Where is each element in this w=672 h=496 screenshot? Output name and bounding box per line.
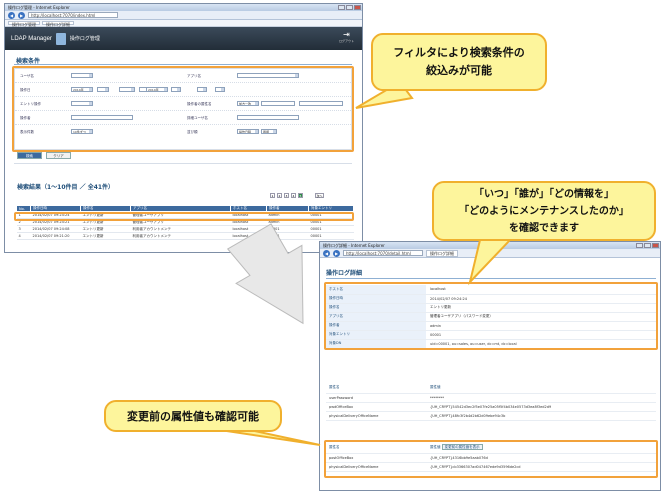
window-title: 操作ログ詳細 - Internet Explorer (323, 242, 385, 248)
close-icon[interactable] (354, 5, 361, 10)
cell: localhost (230, 225, 267, 233)
cell: 利用者アカウントメンテ (130, 225, 231, 233)
divider (326, 278, 656, 279)
forward-icon[interactable]: ▶ (18, 11, 25, 19)
browser-tab-2[interactable]: 操作ログ詳細 (42, 21, 74, 27)
back-icon[interactable]: ◀ (323, 249, 330, 257)
table-row: userPassword ******** (326, 393, 656, 403)
cell: 2014/02/07 09:24:08 (30, 225, 81, 233)
attr-key: physicalDeliveryOfficeName (326, 411, 426, 421)
clear-button[interactable]: クリア (46, 152, 71, 159)
table-row: pwdOfficeBox {UH_CRYPT}54542d3ec2f5e07fe2… (326, 402, 656, 412)
page-1[interactable]: 1 (270, 193, 275, 198)
window-titlebar: 操作ログ詳細 - Internet Explorer (320, 242, 660, 249)
page-4[interactable]: 4 (291, 193, 296, 198)
window-title: 操作ログ管理 - Internet Explorer (8, 4, 70, 10)
detail-title: 操作ログ詳細 (326, 270, 363, 277)
before-callout-line-1: 変更前の属性値も確認可能 (127, 410, 259, 423)
attr-value: ******** (426, 393, 656, 403)
cell: 00001 (266, 232, 309, 240)
url-input[interactable]: http://localhost:7070/detail.html (343, 250, 423, 256)
attr-key: userPassword (326, 393, 426, 403)
filter-callout-line-2: 絞込みが可能 (426, 64, 492, 77)
detail-callout-line-2: 「どのようにメンテナンスしたのか」 (459, 205, 629, 217)
cell: 00001 (266, 225, 309, 233)
log-detail-window: 操作ログ詳細 - Internet Explorer ◀ ▶ http://lo… (319, 241, 661, 491)
logout-label: ログアウト (338, 39, 354, 43)
results-title: 検索結果（1〜10件目 ／ 全41件） (17, 184, 115, 191)
cell: 4 (16, 232, 31, 240)
url-input[interactable]: http://localhost:7070/index.html (28, 12, 118, 18)
attr-header-value: 属性値 (426, 382, 656, 394)
table-row: physicalDeliveryOfficeName {UH_CRYPT}48fc… (326, 411, 656, 421)
app-header: LDAP Manager 操作ログ管理 ⇥ ログアウト (5, 27, 362, 50)
before-highlight (324, 440, 658, 478)
logout-icon: ⇥ (343, 30, 350, 39)
attributes-table: 属性名 属性値 userPassword ******** pwdOfficeBox… (326, 382, 656, 421)
cell: 3 (16, 225, 31, 233)
detail-callout: 「いつ」「誰が」「どの情報を」 「どのようにメンテナンスしたのか」 を確認できま… (432, 181, 656, 241)
next-page-button[interactable]: 次へ (315, 193, 324, 198)
cell: 00001 (308, 225, 354, 233)
module-title: 操作ログ管理 (69, 36, 100, 42)
cell: エントリ更新 (80, 232, 131, 240)
page-3[interactable]: 3 (284, 193, 289, 198)
before-callout-tail (219, 429, 321, 446)
app-logo: LDAP Manager (11, 35, 52, 42)
close-icon[interactable] (652, 243, 659, 248)
log-module-icon (55, 32, 66, 45)
filter-callout-line-1: フィルタにより検索条件の (393, 46, 525, 59)
attr-header-name: 属性名 (326, 382, 426, 394)
window-titlebar: 操作ログ管理 - Internet Explorer (5, 4, 362, 11)
divider (14, 64, 352, 65)
table-row[interactable]: 3 2014/02/07 09:24:08 エントリ更新 利用者アカウントメンテ… (16, 225, 354, 233)
address-bar: ◀ ▶ http://localhost:7070/index.html (5, 11, 362, 20)
page-5[interactable]: 5 (298, 193, 303, 198)
page-spacer (305, 193, 313, 198)
minimize-icon[interactable] (338, 5, 345, 10)
cell: エントリ更新 (80, 225, 131, 233)
window-controls (636, 243, 659, 248)
divider (14, 163, 352, 164)
before-callout: 変更前の属性値も確認可能 (104, 400, 282, 432)
search-button[interactable]: 検索 (17, 152, 42, 159)
cell: 00001 (308, 232, 354, 240)
results-table: No. 操作日時 操作名 アプリ名 ホスト名 操作者 対象エントリ 1 2014… (16, 205, 354, 240)
cell: 2014/02/07 09:21:20 (30, 232, 81, 240)
cell: 利用者アカウントメンテ (130, 232, 231, 240)
window-controls (338, 5, 361, 10)
logout-button[interactable]: ⇥ ログアウト (339, 30, 354, 43)
detail-callout-line-1: 「いつ」「誰が」「どの情報を」 (474, 188, 614, 200)
attr-value: {UH_CRYPT}48fc3f2b4d2b62d09ebe94c3b (426, 411, 656, 421)
filter-callout: フィルタにより検索条件の 絞込みが可能 (371, 33, 547, 91)
table-row[interactable]: 4 2014/02/07 09:21:20 エントリ更新 利用者アカウントメンテ… (16, 232, 354, 240)
maximize-icon[interactable] (644, 243, 651, 248)
filter-highlight (12, 66, 354, 152)
forward-icon[interactable]: ▶ (333, 249, 340, 257)
attr-value: {UH_CRYPT}54542d3ec2f5e07fe25a05f5f4b034… (426, 402, 656, 412)
table-header-row: 属性名 属性値 (326, 382, 656, 394)
browser-tabs: 操作ログ管理 操作ログ詳細 (5, 20, 362, 27)
back-icon[interactable]: ◀ (8, 11, 15, 19)
detail-highlight (324, 282, 658, 350)
address-bar: ◀ ▶ http://localhost:7070/detail.html 操作… (320, 249, 660, 258)
minimize-icon[interactable] (636, 243, 643, 248)
detail-callout-line-3: を確認できます (509, 222, 579, 234)
attr-key: pwdOfficeBox (326, 402, 426, 412)
pagination: 1 2 3 4 5 次へ (270, 193, 324, 198)
row-highlight (14, 212, 354, 221)
browser-tab[interactable]: 操作ログ詳細 (426, 249, 458, 257)
browser-tab-1[interactable]: 操作ログ管理 (8, 21, 40, 27)
cell: localhost (230, 232, 267, 240)
maximize-icon[interactable] (346, 5, 353, 10)
page-2[interactable]: 2 (277, 193, 282, 198)
